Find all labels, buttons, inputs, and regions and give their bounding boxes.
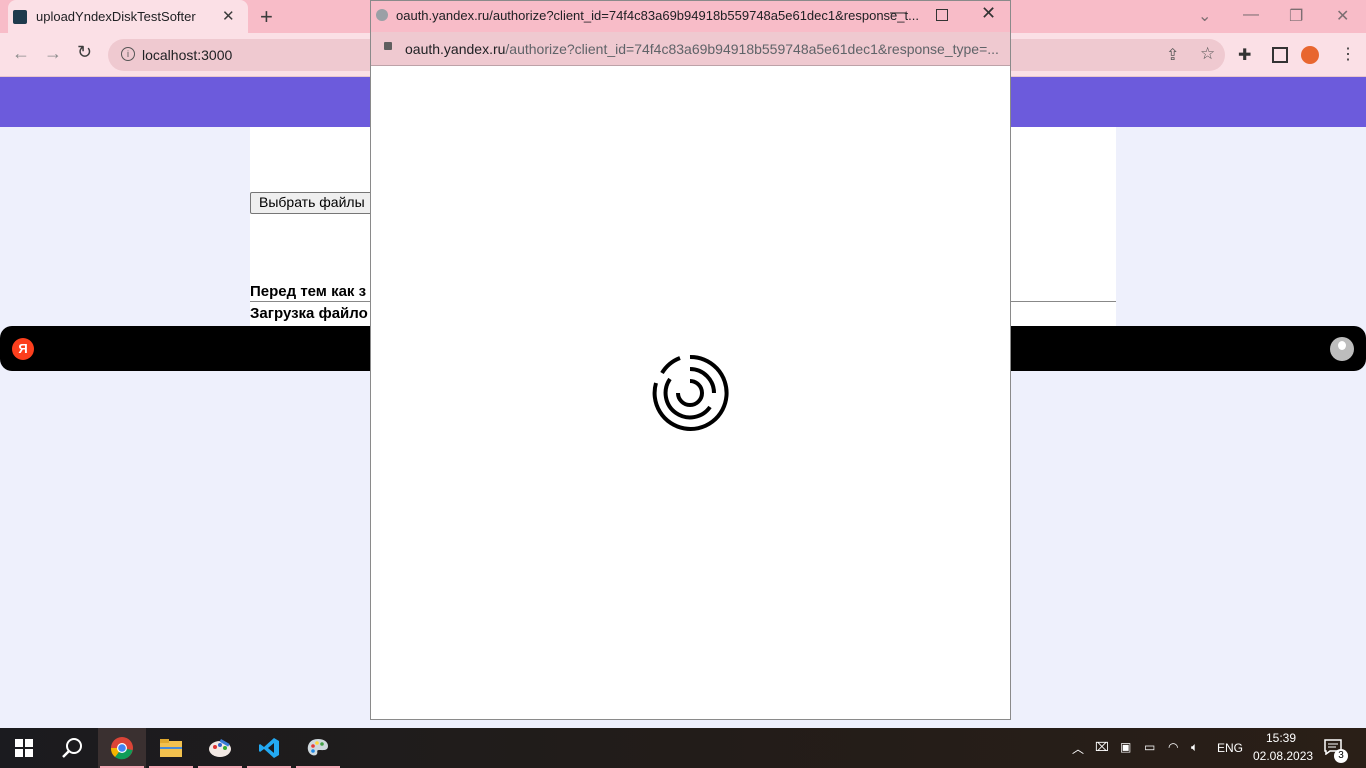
back-arrow-icon[interactable]: ← [12, 43, 30, 64]
window-restore-button[interactable]: ❐ [1289, 6, 1303, 26]
popup-url-path: /authorize?client_id=74f4c83a69b94918b55… [505, 41, 999, 57]
clock-time[interactable]: 15:39 [1266, 731, 1296, 745]
tab-close-icon[interactable]: ✕ [222, 7, 235, 25]
popup-url-host: oauth.yandex.ru [405, 41, 506, 57]
popup-title: oauth.yandex.ru/authorize?client_id=74f4… [396, 8, 919, 23]
tray-overflow-chevron-icon[interactable]: ︿ [1072, 740, 1084, 757]
battery-icon[interactable]: ▭ [1144, 740, 1155, 754]
window-minimize-button[interactable]: — [1243, 6, 1259, 24]
loading-spinner-icon [652, 354, 729, 431]
wifi-icon[interactable]: ◠ [1168, 740, 1178, 754]
upload-heading: Загрузка файло [250, 305, 368, 322]
security-icon[interactable]: ▣ [1120, 740, 1131, 754]
paint-app-icon[interactable] [196, 728, 244, 768]
network-disconnected-icon[interactable]: ⌧ [1095, 740, 1109, 754]
popup-url: oauth.yandex.ru/authorize?client_id=74f4… [405, 41, 999, 57]
notification-count-badge: 3 [1334, 749, 1348, 763]
browser-menu-icon[interactable]: ⋮ [1340, 44, 1356, 64]
extensions-puzzle-icon[interactable]: ✚ [1238, 45, 1251, 65]
popup-maximize-button[interactable] [936, 9, 948, 21]
tab-search-chevron-icon[interactable]: ⌄ [1198, 6, 1211, 26]
input-language[interactable]: ENG [1217, 741, 1243, 755]
file-explorer-icon[interactable] [147, 728, 195, 768]
popup-minimize-button[interactable]: — [890, 4, 906, 22]
reload-icon[interactable]: ↻ [77, 42, 92, 63]
window-close-button[interactable]: ✕ [1336, 6, 1349, 26]
choose-files-button[interactable]: Выбрать файлы [250, 192, 374, 214]
react-favicon-icon [13, 10, 27, 24]
bookmark-star-icon[interactable]: ☆ [1200, 44, 1215, 64]
globe-icon [376, 9, 388, 21]
share-icon[interactable]: ⇪ [1166, 45, 1179, 65]
clock-date[interactable]: 02.08.2023 [1253, 749, 1313, 763]
volume-icon[interactable]: 🔈︎ [1191, 740, 1198, 755]
search-icon[interactable] [48, 728, 96, 768]
address-url[interactable]: localhost:3000 [142, 47, 232, 63]
side-panel-icon[interactable] [1272, 47, 1288, 63]
chrome-taskbar-icon[interactable] [98, 728, 146, 768]
yandex-logo-icon[interactable]: Я [12, 338, 34, 360]
tab-title: uploadYndexDiskTestSofter [36, 9, 196, 24]
instruction-text: Перед тем как з [250, 283, 367, 300]
popup-close-button[interactable]: ✕ [981, 3, 996, 24]
user-avatar-icon[interactable] [1330, 337, 1354, 361]
vscode-icon[interactable] [245, 728, 293, 768]
profile-avatar-icon[interactable] [1301, 46, 1319, 64]
lock-icon [384, 42, 392, 50]
palette-app-icon[interactable] [294, 728, 342, 768]
site-info-icon[interactable]: i [121, 47, 135, 61]
windows-start-icon[interactable] [0, 728, 48, 768]
new-tab-button[interactable]: + [260, 4, 273, 30]
forward-arrow-icon[interactable]: → [44, 43, 62, 64]
